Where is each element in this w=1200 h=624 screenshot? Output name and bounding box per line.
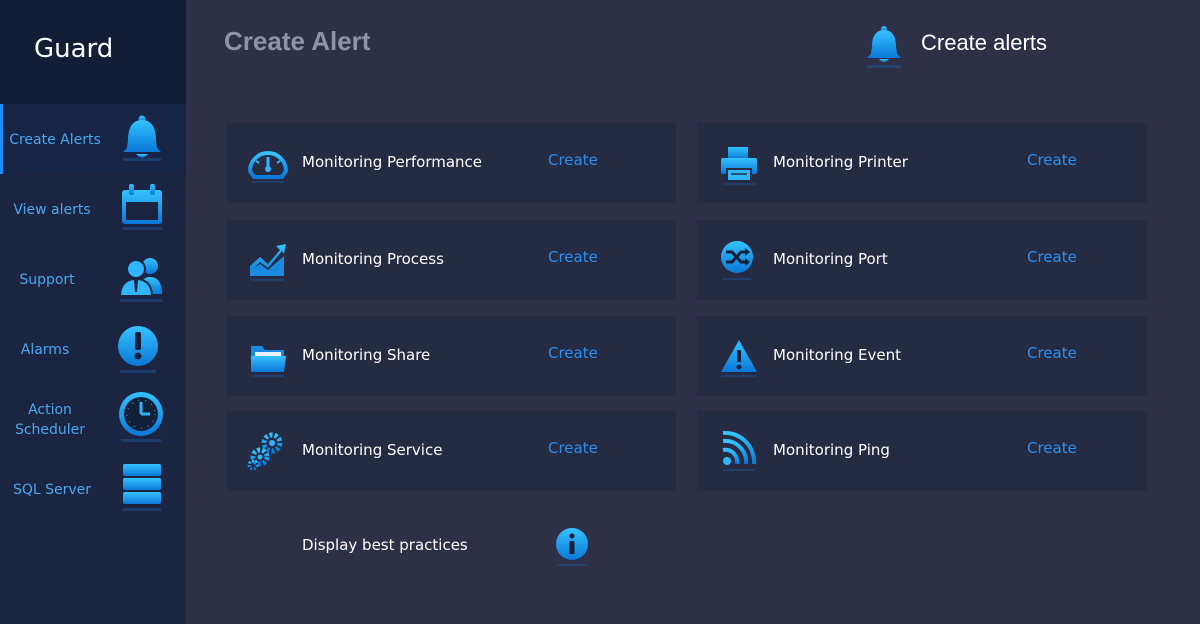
- card-monitoring-share: Monitoring Share Create: [226, 316, 676, 396]
- create-link[interactable]: Create: [548, 439, 598, 457]
- sidebar-item-create-alerts[interactable]: Create Alerts: [0, 104, 186, 174]
- sidebar-item-label: Action Scheduler: [14, 402, 86, 438]
- brand: Guard: [0, 0, 186, 104]
- sidebar: Guard Create Alerts View alerts Support …: [0, 0, 186, 624]
- folder-icon: [251, 346, 286, 377]
- sidebar-item-label: Alarms: [20, 342, 70, 358]
- card-monitoring-printer: Monitoring Printer Create: [697, 123, 1147, 203]
- create-link[interactable]: Create: [1027, 344, 1077, 362]
- sidebar-item-label: View alerts: [13, 202, 91, 218]
- sidebar-item-view-alerts[interactable]: View alerts: [0, 174, 186, 244]
- info-icon[interactable]: [554, 526, 590, 570]
- create-link[interactable]: Create: [548, 151, 598, 169]
- trend-chart-icon: [250, 244, 286, 281]
- gears-icon: [247, 432, 283, 471]
- sidebar-item-label: SQL Server: [12, 482, 92, 498]
- sidebar-item-sql-server[interactable]: SQL Server: [0, 454, 186, 524]
- card-label: Monitoring Share: [302, 346, 431, 364]
- database-icon: [123, 464, 161, 511]
- card-label: Monitoring Printer: [773, 153, 908, 171]
- create-link[interactable]: Create: [1027, 151, 1077, 169]
- sidebar-item-label: Create Alerts: [9, 132, 101, 148]
- header-subtitle: Create alerts: [921, 30, 1047, 55]
- card-label: Monitoring Event: [773, 346, 901, 364]
- exclamation-icon: [118, 326, 158, 373]
- card-label: Monitoring Performance: [302, 153, 483, 171]
- warning-icon: [721, 340, 757, 377]
- sidebar-item-support[interactable]: Support: [0, 244, 186, 314]
- sidebar-item-label: Support: [19, 272, 75, 288]
- bell-icon: [123, 115, 161, 161]
- card-monitoring-process: Monitoring Process Create: [226, 220, 676, 300]
- shuffle-icon: [721, 241, 753, 280]
- users-icon: [118, 258, 162, 302]
- best-practices-label: Display best practices: [302, 536, 468, 554]
- card-monitoring-service: Monitoring Service Create: [226, 411, 676, 491]
- create-link[interactable]: Create: [1027, 439, 1077, 457]
- card-monitoring-performance: Monitoring Performance Create: [226, 123, 676, 203]
- card-label: Monitoring Service: [302, 441, 443, 459]
- clock-icon: [119, 392, 163, 442]
- card-label: Monitoring Port: [773, 250, 888, 268]
- calendar-icon: [122, 184, 162, 230]
- sidebar-item-alarms[interactable]: Alarms: [0, 314, 186, 384]
- card-label: Monitoring Process: [302, 250, 444, 268]
- rss-icon: [722, 431, 757, 471]
- create-link[interactable]: Create: [1027, 248, 1077, 266]
- gauge-icon: [247, 151, 289, 183]
- page-title: Create Alert: [224, 26, 371, 56]
- printer-icon: [721, 147, 757, 185]
- bell-icon: [867, 26, 901, 68]
- brand-name: Guard: [34, 34, 114, 64]
- app-window: Guard Create Alerts View alerts Support …: [0, 0, 1200, 624]
- card-monitoring-port: Monitoring Port Create: [697, 220, 1147, 300]
- card-monitoring-event: Monitoring Event Create: [697, 316, 1147, 396]
- create-link[interactable]: Create: [548, 344, 598, 362]
- sidebar-item-action-scheduler[interactable]: Action Scheduler: [0, 384, 186, 454]
- card-label: Monitoring Ping: [773, 441, 890, 459]
- card-monitoring-ping: Monitoring Ping Create: [697, 411, 1147, 491]
- create-link[interactable]: Create: [548, 248, 598, 266]
- main-content: Create Alert Create alerts Monitoring Pe…: [186, 0, 1200, 624]
